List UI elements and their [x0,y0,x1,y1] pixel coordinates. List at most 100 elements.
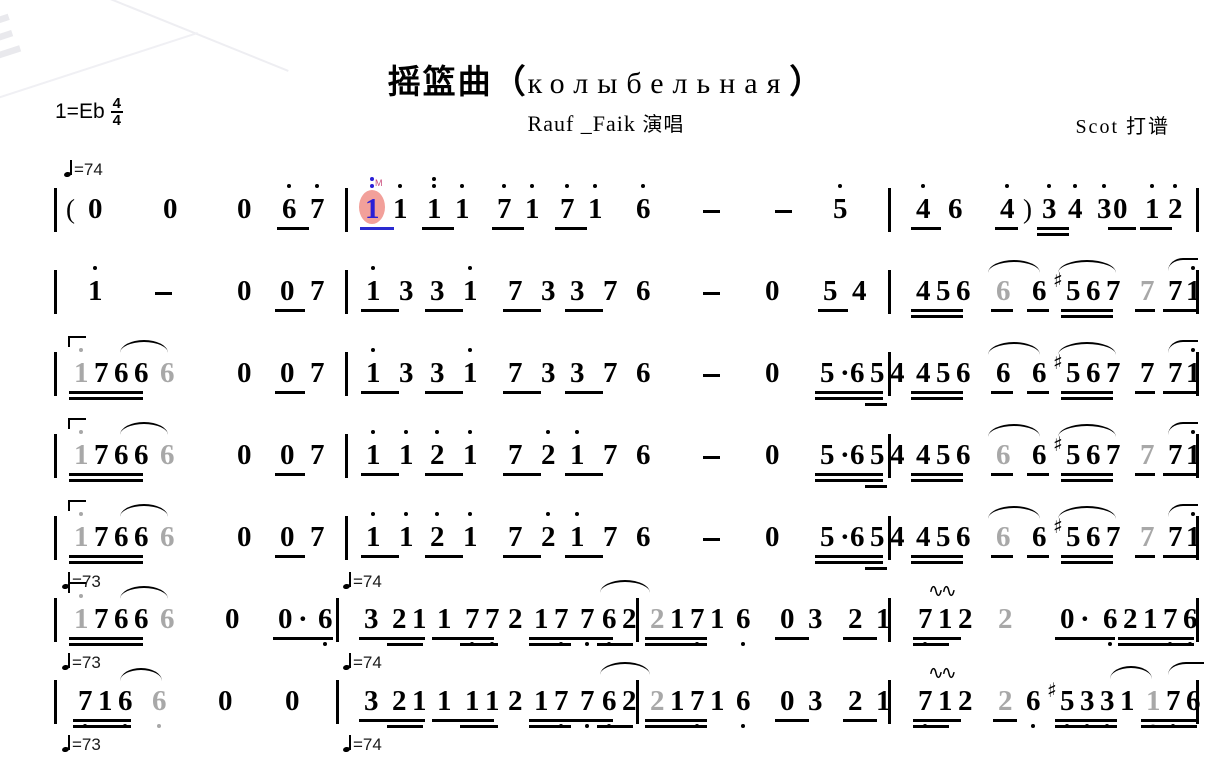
note[interactable]: 6 [1086,356,1101,390]
note[interactable]: 6 [636,356,651,390]
note[interactable]: 4 [916,438,931,472]
note[interactable]: ( [66,192,75,226]
note[interactable]: 6 [1103,602,1118,646]
note[interactable]: 6 [134,356,149,390]
note[interactable]: 7 [580,684,595,728]
note[interactable]: 6 [1086,438,1101,472]
note[interactable]: 6 [956,520,971,554]
note[interactable]: 2 [392,684,407,718]
note[interactable]: 6 [134,438,149,472]
note[interactable]: 1 [570,512,585,554]
note[interactable]: 4 [916,520,931,554]
note[interactable]: 7 [603,438,618,472]
note[interactable]: · [840,520,850,554]
note[interactable]: 1 [1186,266,1201,308]
note[interactable]: 6 [118,684,133,728]
note[interactable]: 2 [1168,184,1183,226]
note[interactable]: 6 [1032,274,1047,308]
note[interactable]: 1 [74,594,89,636]
note[interactable]: 6 [160,438,175,472]
note[interactable]: 4 [916,184,931,226]
note[interactable]: 7 [1168,438,1183,472]
note[interactable]: 3 [570,274,585,308]
note[interactable]: 2 [958,684,973,718]
note[interactable]: 1 [876,602,891,636]
note[interactable]: 5 [1060,684,1075,728]
note[interactable]: 2 [430,512,445,554]
note[interactable]: 6 [1183,602,1198,646]
note[interactable]: 6 [1086,274,1101,308]
note[interactable]: 3 [430,356,445,390]
note[interactable]: 7 [1163,602,1178,646]
note[interactable]: 7 [1106,356,1121,390]
note[interactable]: 3 [541,274,556,308]
note[interactable]: 6 [850,438,865,472]
note[interactable]: 6 [996,356,1011,390]
note[interactable]: 5 [936,274,951,308]
note[interactable]: 6 [318,602,333,646]
note[interactable]: 7 [508,520,523,554]
note[interactable]: 7 [497,184,512,226]
note[interactable]: 1 [98,684,113,718]
note[interactable]: 1 [670,684,685,718]
note[interactable]: 0 [218,684,233,718]
note[interactable]: 1 [393,184,408,226]
note[interactable]: 1 [463,348,478,390]
note[interactable]: · [840,356,850,390]
note[interactable]: 7 [94,438,109,472]
note[interactable]: 0 [765,520,780,554]
note[interactable]: 3 [399,356,414,390]
note[interactable]: 6 [956,438,971,472]
note[interactable]: 1 [437,602,452,636]
note[interactable]: 7 [78,684,93,728]
note[interactable]: 5 [870,520,885,554]
note[interactable]: 1 [412,602,427,636]
note[interactable]: 7 [1140,356,1155,390]
note[interactable]: 0 [237,274,252,308]
note[interactable]: 2 [392,602,407,636]
note[interactable]: 6 [1032,438,1047,472]
note[interactable]: 7 [1106,438,1121,472]
note[interactable]: 7 [603,356,618,390]
note[interactable]: 6 [636,274,651,308]
note[interactable]: · [298,602,308,636]
note[interactable]: 7 [580,602,595,646]
note[interactable]: · [840,438,850,472]
note[interactable]: 7 [1140,274,1155,308]
note[interactable]: 0 [780,684,795,718]
note[interactable]: 6 [134,602,149,636]
note[interactable]: 1 [74,348,89,390]
note[interactable]: 1 [570,430,585,472]
note[interactable]: 1 [1186,512,1201,554]
note[interactable]: 3 [1080,684,1095,728]
note[interactable]: 0 [280,520,295,554]
note[interactable]: 4 [1068,184,1083,226]
note[interactable]: 7 [310,184,325,226]
note[interactable]: 6 [160,602,175,636]
note[interactable]: 5 [1066,274,1081,308]
note[interactable]: 4 [852,274,867,308]
note[interactable]: 6 [602,684,617,728]
note[interactable]: 2 [848,684,863,718]
note[interactable]: 1 [463,512,478,554]
note[interactable]: 3 [808,684,823,718]
note[interactable]: 3 [1042,184,1057,226]
note[interactable]: 1 [710,684,725,718]
note[interactable]: 6 [1086,520,1101,554]
note[interactable]: 5 [936,520,951,554]
note[interactable]: 6 [602,602,617,646]
note[interactable]: 1 [1146,684,1161,728]
note[interactable]: 3 [364,602,379,636]
note[interactable]: 1 [876,684,891,718]
note[interactable]: 1 [366,266,381,308]
note[interactable]: 0 [765,274,780,308]
note[interactable]: 1 [366,512,381,554]
note[interactable]: 0 [278,602,293,636]
note[interactable]: 4 [916,274,931,308]
note[interactable]: 2 [508,602,523,636]
note[interactable]: 1 [1145,184,1160,226]
note[interactable]: 1 [1186,430,1201,472]
note[interactable]: 0 [765,438,780,472]
note[interactable]: 1 [74,512,89,554]
note[interactable]: 1 [427,177,442,226]
